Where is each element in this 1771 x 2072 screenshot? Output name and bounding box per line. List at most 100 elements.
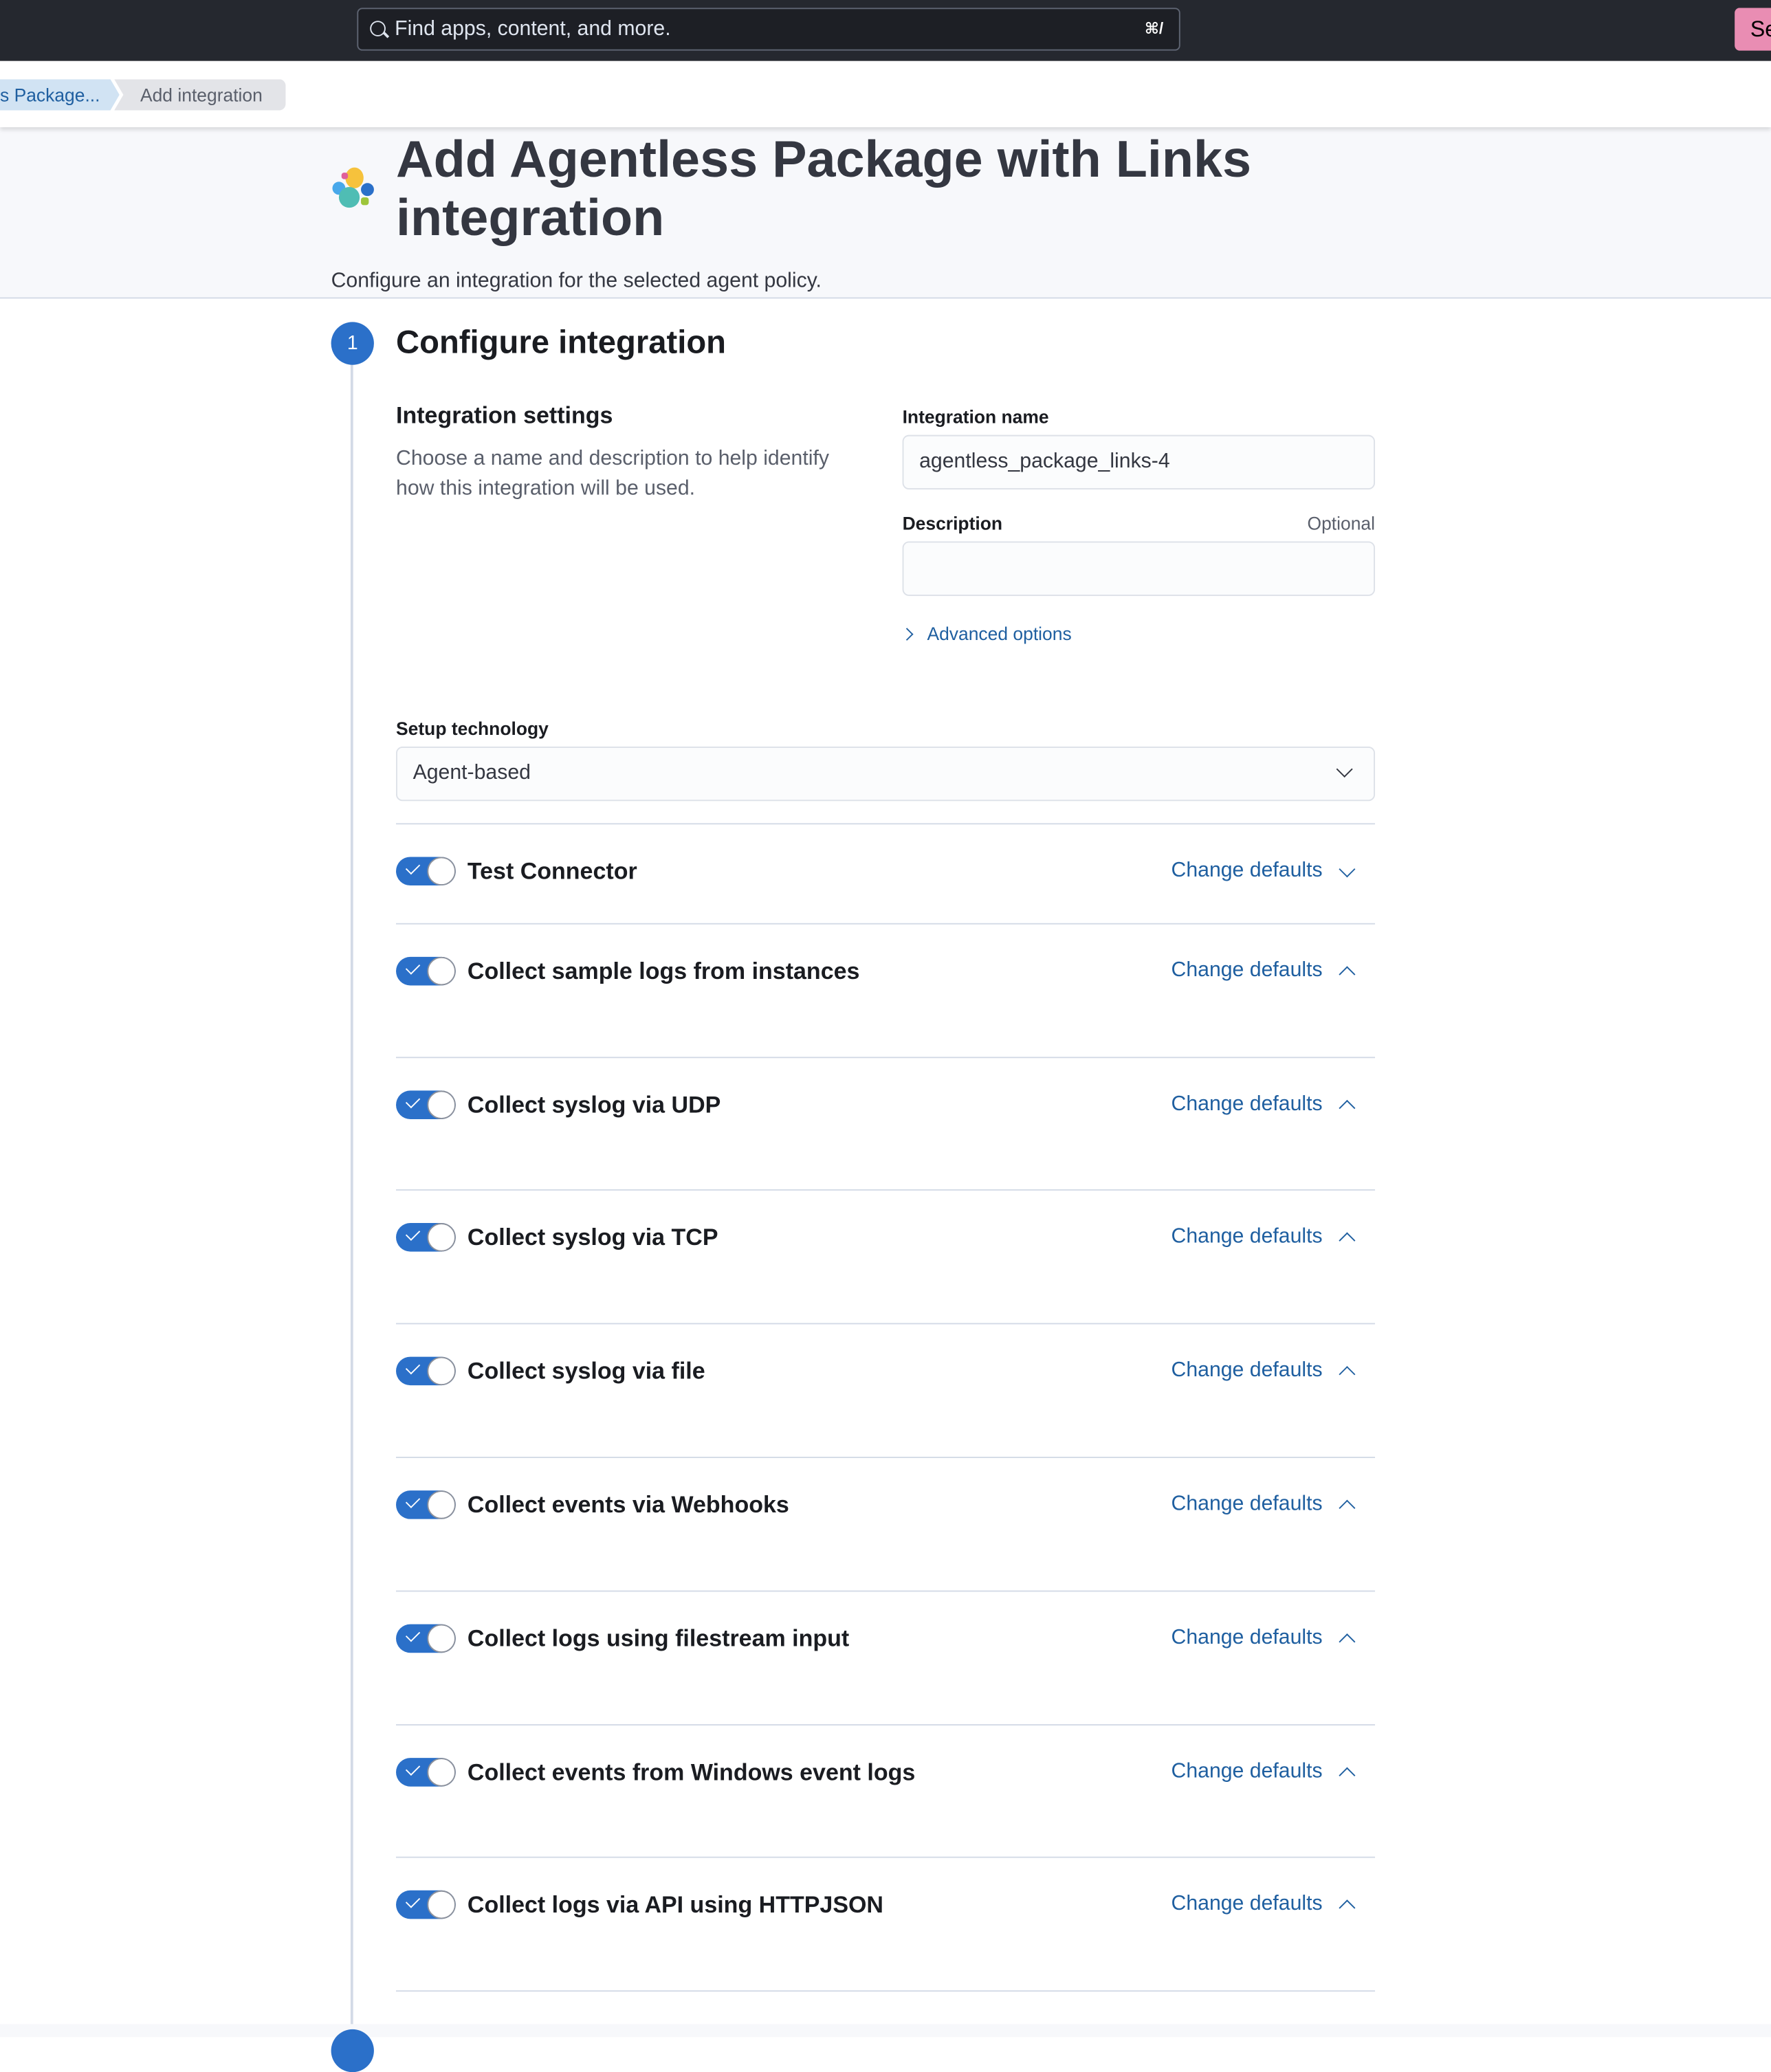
input-toggle[interactable] <box>396 1090 456 1119</box>
page-title: Add Agentless Package with Links integra… <box>396 131 1252 247</box>
change-defaults-button[interactable]: Change defaults <box>1171 959 1355 983</box>
input-title: Collect events via Webhooks <box>467 1492 789 1518</box>
description-input[interactable] <box>902 541 1376 596</box>
toggle-knob <box>427 1490 456 1519</box>
input-title: Test Connector <box>467 858 637 885</box>
setup-technology-label: Setup technology <box>396 718 549 739</box>
change-defaults-button[interactable]: Change defaults <box>1171 1492 1355 1517</box>
input-toggle[interactable] <box>396 1890 456 1919</box>
step-title: Configure integration <box>396 324 727 362</box>
integration-name-input[interactable]: agentless_package_links-4 <box>902 434 1376 490</box>
toggle-knob <box>427 956 456 986</box>
description-label: Description <box>902 512 1003 534</box>
divider <box>396 1724 1376 1726</box>
breadcrumb-add-integration: Add integration <box>114 79 286 111</box>
check-icon <box>405 1761 421 1776</box>
toggle-knob <box>427 1090 456 1119</box>
chevron-down-icon <box>1336 760 1353 778</box>
check-icon <box>405 1493 421 1508</box>
chevron-up-icon <box>1338 1499 1355 1517</box>
change-defaults-button[interactable]: Change defaults <box>1171 1627 1355 1651</box>
change-defaults-button[interactable]: Change defaults <box>1171 1359 1355 1383</box>
elastic-logo-icon <box>332 167 374 208</box>
search-placeholder: Find apps, content, and more. <box>395 17 671 40</box>
input-toggle[interactable] <box>396 1758 456 1787</box>
chevron-up-icon <box>1338 1633 1355 1651</box>
input-title: Collect logs via API using HTTPJSON <box>467 1891 883 1918</box>
change-defaults-button[interactable]: Change defaults <box>1171 1093 1355 1116</box>
chevron-right-icon <box>900 627 914 640</box>
step-2-number <box>331 2029 374 2072</box>
divider <box>396 1323 1376 1325</box>
divider <box>396 1189 1376 1191</box>
toggle-knob <box>427 1223 456 1252</box>
chevron-up-icon <box>1338 1099 1355 1116</box>
chevron-up-icon <box>1338 1366 1355 1383</box>
input-toggle[interactable] <box>396 956 456 986</box>
page-subtitle: Configure an integration for the selecte… <box>331 269 822 292</box>
change-defaults-label: Change defaults <box>1171 1492 1323 1515</box>
divider <box>396 1057 1376 1059</box>
divider <box>396 823 1376 825</box>
setup-technology-select[interactable]: Agent-based <box>396 746 1376 802</box>
divider <box>396 1856 1376 1858</box>
optional-label: Optional <box>1307 512 1376 534</box>
input-title: Collect syslog via TCP <box>467 1224 718 1250</box>
check-icon <box>405 1226 421 1241</box>
input-title: Collect syslog via UDP <box>467 1092 721 1118</box>
chevron-up-icon <box>1338 1767 1355 1784</box>
input-title: Collect sample logs from instances <box>467 958 860 984</box>
change-defaults-label: Change defaults <box>1171 1760 1323 1783</box>
toggle-knob <box>427 1758 456 1787</box>
change-defaults-label: Change defaults <box>1171 1225 1323 1248</box>
check-icon <box>405 960 421 975</box>
step-number: 1 <box>331 322 374 365</box>
toggle-knob <box>427 857 456 886</box>
chevron-down-icon <box>1338 860 1355 877</box>
global-search-input[interactable]: Find apps, content, and more. ⌘/ <box>357 8 1180 51</box>
check-icon <box>405 1893 421 1908</box>
check-icon <box>405 1627 421 1642</box>
toggle-knob <box>427 1890 456 1919</box>
breadcrumb-package[interactable]: s Package... <box>0 79 120 111</box>
divider <box>396 1990 1376 1992</box>
change-defaults-label: Change defaults <box>1171 1093 1323 1116</box>
divider <box>396 1590 1376 1592</box>
check-icon <box>405 1093 421 1109</box>
divider <box>396 1457 1376 1458</box>
change-defaults-label: Change defaults <box>1171 959 1323 982</box>
input-toggle[interactable] <box>396 1624 456 1653</box>
input-title: Collect logs using filestream input <box>467 1625 850 1652</box>
change-defaults-button[interactable]: Change defaults <box>1171 1893 1355 1917</box>
top-bar: Find apps, content, and more. ⌘/ Se <box>0 0 1771 61</box>
chevron-up-icon <box>1338 1232 1355 1249</box>
check-icon <box>405 859 421 875</box>
shortcut-hint: ⌘/ <box>1144 19 1164 38</box>
divider <box>396 923 1376 925</box>
check-icon <box>405 1360 421 1375</box>
input-toggle[interactable] <box>396 857 456 886</box>
input-toggle[interactable] <box>396 1223 456 1252</box>
change-defaults-label: Change defaults <box>1171 1359 1323 1382</box>
change-defaults-button[interactable]: Change defaults <box>1171 859 1355 883</box>
input-title: Collect events from Windows event logs <box>467 1759 916 1785</box>
step-connector-line <box>350 363 353 2039</box>
next-step-area <box>0 2024 1771 2038</box>
change-defaults-label: Change defaults <box>1171 1893 1323 1915</box>
settings-title: Integration settings <box>396 402 613 429</box>
input-toggle[interactable] <box>396 1356 456 1386</box>
setup-technology-value: Agent-based <box>412 762 531 784</box>
chevron-up-icon <box>1338 966 1355 983</box>
search-icon <box>370 21 386 36</box>
input-title: Collect syslog via file <box>467 1358 705 1385</box>
change-defaults-button[interactable]: Change defaults <box>1171 1760 1355 1784</box>
advanced-options-toggle[interactable]: Advanced options <box>900 623 1072 644</box>
change-defaults-button[interactable]: Change defaults <box>1171 1225 1355 1249</box>
change-defaults-label: Change defaults <box>1171 1627 1323 1649</box>
input-toggle[interactable] <box>396 1490 456 1519</box>
top-right-button[interactable]: Se <box>1735 8 1771 51</box>
change-defaults-label: Change defaults <box>1171 859 1323 882</box>
chevron-up-icon <box>1338 1899 1355 1917</box>
advanced-options-label: Advanced options <box>927 623 1072 644</box>
breadcrumb: s Package... Add integration <box>0 60 1771 128</box>
